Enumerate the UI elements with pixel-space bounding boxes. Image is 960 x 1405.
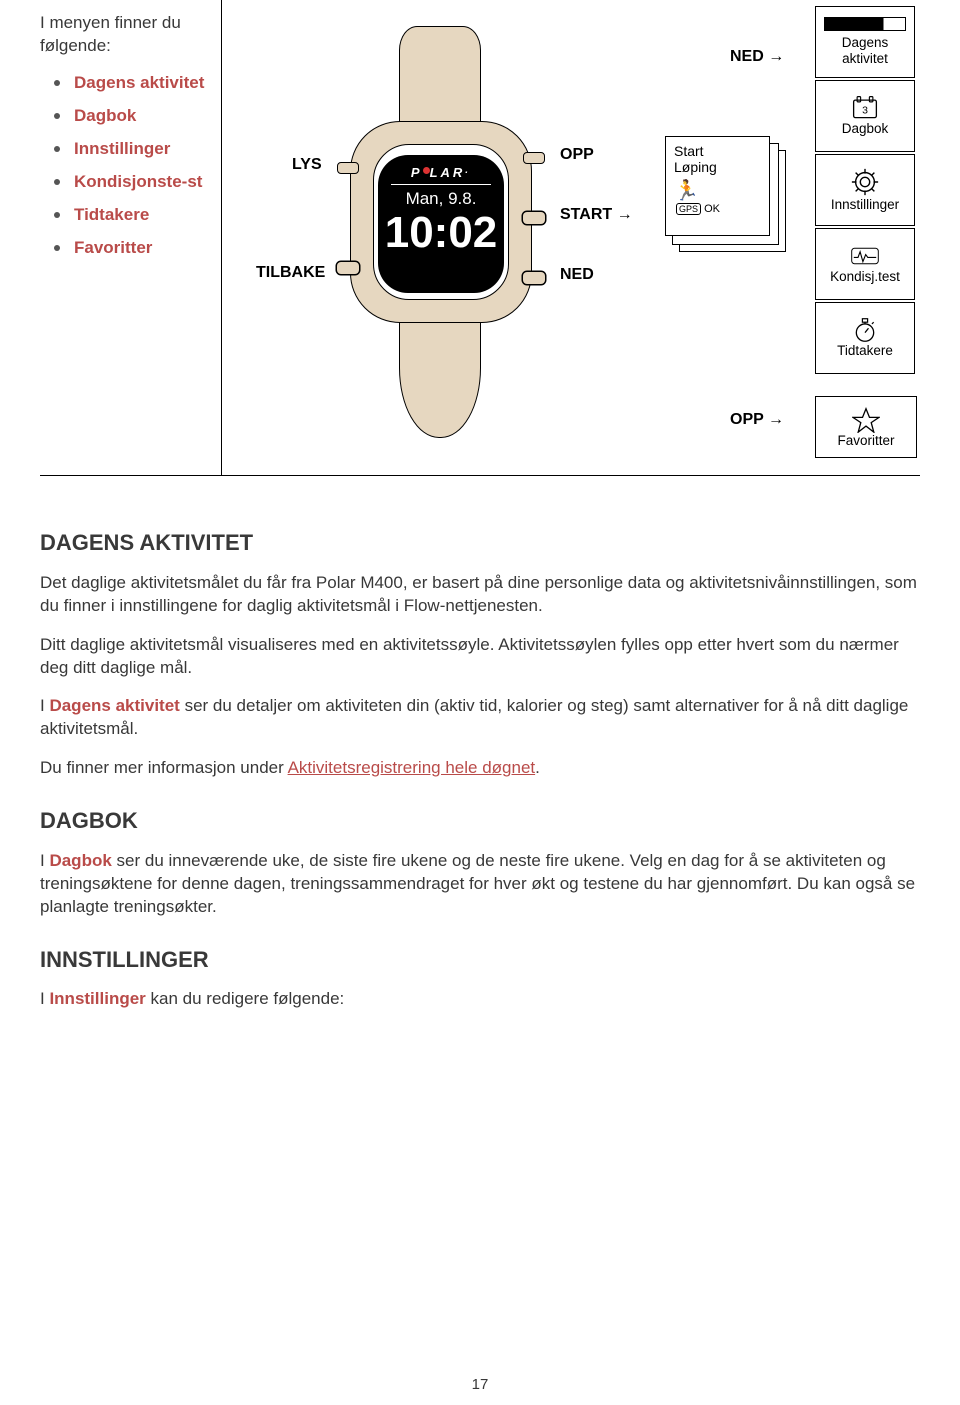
- heading-dagens-aktivitet: DAGENS AKTIVITET: [40, 528, 920, 558]
- arrow-right-icon: →: [617, 206, 633, 223]
- watch-case: PP LARLAR. Man, 9.8. 10:02: [350, 121, 532, 323]
- page-number: 17: [0, 1376, 960, 1393]
- polar-logo-dot-icon: [423, 167, 430, 174]
- menu-card-timers: Tidtakere: [815, 302, 915, 374]
- inline-dagbok: Dagbok: [49, 851, 111, 870]
- menu-card-fitness-label: Kondisj.test: [830, 269, 900, 285]
- screen-divider: [391, 184, 492, 185]
- menu-card-settings-label: Innstillinger: [831, 197, 899, 213]
- watch-time: 10:02: [385, 211, 498, 255]
- start-screen-stack: Start Løping 🏃 GPS OK: [665, 136, 770, 236]
- watch-screen-bezel: PP LARLAR. Man, 9.8. 10:02: [373, 144, 509, 300]
- menu-item-innstillinger: Innstillinger: [74, 138, 170, 161]
- button-label-start: START →: [560, 206, 633, 224]
- bullet-icon: [54, 80, 60, 86]
- menu-item-dagbok: Dagbok: [74, 105, 136, 128]
- bullet-icon: [54, 245, 60, 251]
- vertical-menu: 73% Dagens aktivitet 3 Dagbok: [815, 6, 915, 376]
- star-icon: [852, 407, 880, 433]
- arrow-ned-label: NED →: [730, 48, 784, 66]
- menu-card-diary: 3 Dagbok: [815, 80, 915, 152]
- heartrate-icon: [851, 243, 879, 269]
- activity-percent: 73%: [815, 0, 915, 3]
- gear-icon: [850, 167, 880, 197]
- menu-list-column: I menyen finner du følgende: Dagens akti…: [40, 0, 221, 290]
- para-dagens-3: I Dagens aktivitet ser du detaljer om ak…: [40, 695, 920, 741]
- heading-dagbok: DAGBOK: [40, 806, 920, 836]
- stopwatch-icon: [851, 317, 879, 343]
- gps-badge: GPS: [676, 203, 701, 215]
- calendar-icon: 3: [851, 95, 879, 121]
- watch-device: PP LARLAR. Man, 9.8. 10:02: [340, 26, 540, 438]
- start-line1: Start: [674, 143, 763, 159]
- watch-screen: PP LARLAR. Man, 9.8. 10:02: [378, 155, 504, 293]
- arrow-right-icon: →: [768, 48, 784, 65]
- para-innstillinger: I Innstillinger kan du redigere følgende…: [40, 988, 920, 1011]
- para-dagens-1: Det daglige aktivitetsmålet du får fra P…: [40, 572, 920, 618]
- heading-innstillinger: INNSTILLINGER: [40, 945, 920, 975]
- watch-date: Man, 9.8.: [406, 189, 477, 209]
- menu-card-timers-label: Tidtakere: [837, 343, 893, 359]
- page-body: DAGENS AKTIVITET Det daglige aktivitetsm…: [40, 476, 920, 1011]
- menu-card-favourites-label: Favoritter: [837, 433, 894, 448]
- menu-card-diary-label: Dagbok: [842, 121, 889, 137]
- polar-logo: PP LARLAR.: [411, 165, 471, 180]
- link-aktivitetsregistrering[interactable]: Aktivitetsregistrering hele døgnet: [288, 758, 536, 777]
- arrow-right-icon: →: [768, 411, 784, 428]
- button-label-tilbake: TILBAKE: [256, 264, 325, 282]
- watch-diagram: LYS TILBAKE OPP START → NED NED → OPP → …: [221, 0, 920, 475]
- gps-ok: OK: [704, 203, 720, 215]
- button-label-opp: OPP: [560, 146, 594, 164]
- runner-icon: 🏃: [674, 181, 699, 201]
- menu-card-activity: Dagens aktivitet: [815, 6, 915, 78]
- bullet-icon: [54, 113, 60, 119]
- menu-card-favourites: Favoritter: [815, 396, 917, 458]
- menu-card-fitness: Kondisj.test: [815, 228, 915, 300]
- button-label-ned: NED: [560, 266, 594, 284]
- menu-item-tidtakere: Tidtakere: [74, 204, 149, 227]
- bullet-icon: [54, 179, 60, 185]
- para-dagbok: I Dagbok ser du inneværende uke, de sist…: [40, 850, 920, 919]
- para-dagens-4: Du finner mer informasjon under Aktivite…: [40, 757, 920, 780]
- menu-card-activity-label: Dagens aktivitet: [818, 35, 912, 66]
- arrow-opp-label: OPP →: [730, 411, 784, 429]
- menu-item-kondisjonstest: Kondisjonste-st: [74, 171, 202, 194]
- menu-item-favoritter: Favoritter: [74, 237, 152, 260]
- para-dagens-2: Ditt daglige aktivitetsmål visualiseres …: [40, 634, 920, 680]
- bullet-icon: [54, 146, 60, 152]
- calendar-day-number: 3: [862, 104, 868, 116]
- menu-item-dagens: Dagens aktivitet: [74, 72, 204, 95]
- activity-bar-icon: [824, 17, 906, 31]
- bullet-icon: [54, 212, 60, 218]
- menu-intro: I menyen finner du følgende:: [40, 12, 211, 58]
- button-label-lys: LYS: [292, 156, 322, 174]
- inline-dagens-aktivitet: Dagens aktivitet: [49, 696, 179, 715]
- inline-innstillinger: Innstillinger: [49, 989, 145, 1008]
- menu-card-settings: Innstillinger: [815, 154, 915, 226]
- start-line2: Løping: [674, 159, 763, 175]
- start-screen-card: Start Løping 🏃 GPS OK: [665, 136, 770, 236]
